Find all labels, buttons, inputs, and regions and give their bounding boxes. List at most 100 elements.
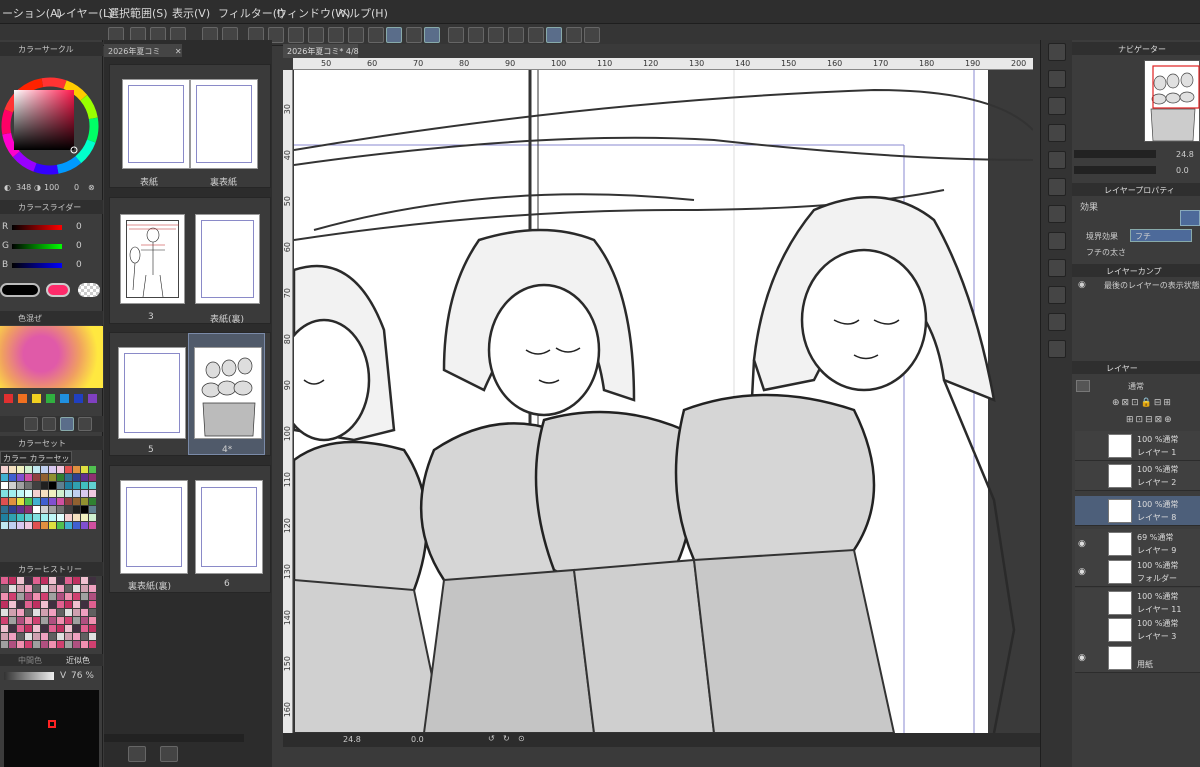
color-set-swatch[interactable] (25, 482, 32, 489)
layer-row[interactable]: 100 %通常 レイヤー 1 (1075, 431, 1200, 461)
color-set-swatch[interactable] (49, 514, 56, 521)
color-set-swatch[interactable] (33, 466, 40, 473)
color-history-swatch[interactable] (49, 601, 56, 608)
sat-value[interactable]: 100 (44, 183, 59, 192)
color-set-swatch[interactable] (9, 506, 16, 513)
layer-row[interactable]: 100 %通常 レイヤー 11 (1075, 588, 1200, 618)
color-set-swatch[interactable] (1, 498, 8, 505)
color-set-swatch[interactable] (89, 482, 96, 489)
color-history-swatch[interactable] (49, 641, 56, 648)
color-set-swatch[interactable] (25, 474, 32, 481)
page-zoom-slider[interactable] (104, 734, 244, 742)
layer-row[interactable]: 100 %通常 レイヤー 3 (1075, 615, 1200, 645)
snap-ruler-icon[interactable] (386, 27, 402, 43)
nav-rotation-slider[interactable] (1074, 166, 1156, 174)
close-doc-icon[interactable] (1048, 70, 1066, 88)
color-set-swatch[interactable] (33, 506, 40, 513)
color-history-swatch[interactable] (17, 577, 24, 584)
color-history-swatch[interactable] (65, 633, 72, 640)
blend-mode-value[interactable]: 通常 (1128, 381, 1144, 392)
color-set-swatch[interactable] (33, 482, 40, 489)
color-history-swatch[interactable] (1, 577, 8, 584)
color-history-swatch[interactable] (73, 609, 80, 616)
color-set-swatch[interactable] (65, 498, 72, 505)
color-history-swatch[interactable] (41, 601, 48, 608)
color-set-swatch[interactable] (25, 490, 32, 497)
v-slider[interactable] (4, 672, 54, 680)
color-history-swatch[interactable] (33, 617, 40, 624)
mix-swatch[interactable] (4, 394, 13, 403)
approx-color-grid[interactable] (4, 690, 99, 767)
color-history-swatch[interactable] (65, 617, 72, 624)
color-set-swatch[interactable] (49, 466, 56, 473)
page-thumb-3[interactable] (120, 214, 185, 304)
color-history-swatch[interactable] (89, 617, 96, 624)
val-value[interactable]: 0 (74, 183, 79, 192)
import-icon[interactable] (1048, 124, 1066, 142)
color-set-swatch[interactable] (57, 506, 64, 513)
color-set-swatch[interactable] (41, 474, 48, 481)
layers-stack-icon[interactable] (584, 27, 600, 43)
color-history-swatch[interactable] (81, 593, 88, 600)
color-set-swatch[interactable] (57, 474, 64, 481)
timeline-icon[interactable] (1048, 340, 1066, 358)
invert-selection-icon[interactable] (348, 27, 364, 43)
nav-zoom-value[interactable]: 24.8 (1176, 150, 1194, 159)
r-value[interactable]: 0 (76, 222, 82, 232)
tab-intermediate-color[interactable]: 中間色 (18, 655, 42, 666)
color-set-swatch[interactable] (73, 514, 80, 521)
color-set-swatch[interactable] (65, 506, 72, 513)
color-history-swatch[interactable] (9, 577, 16, 584)
color-history-swatch[interactable] (49, 593, 56, 600)
color-history-swatch[interactable] (1, 633, 8, 640)
color-set-swatch[interactable] (1, 506, 8, 513)
color-history-swatch[interactable] (65, 609, 72, 616)
color-set-swatch[interactable] (81, 490, 88, 497)
color-history-swatch[interactable] (33, 641, 40, 648)
rotate-left-icon[interactable]: ↺ (488, 734, 495, 743)
color-set-swatch[interactable] (9, 466, 16, 473)
color-history-swatch[interactable] (9, 593, 16, 600)
color-history-swatch[interactable] (89, 625, 96, 632)
page-thumb-4[interactable] (194, 347, 262, 439)
color-set-swatch[interactable] (17, 490, 24, 497)
color-history-swatch[interactable] (33, 577, 40, 584)
layer-row[interactable]: 100 %通常 レイヤー 8 (1075, 496, 1200, 526)
color-history-swatch[interactable] (17, 593, 24, 600)
layer-color-icon[interactable] (1076, 380, 1090, 392)
page-spread-2[interactable]: 3 表紙(裏) (109, 197, 271, 325)
color-history-swatch[interactable] (25, 601, 32, 608)
color-history-swatch[interactable] (73, 633, 80, 640)
color-history-swatch[interactable] (9, 625, 16, 632)
mix-swatch[interactable] (46, 394, 55, 403)
color-set-swatch[interactable] (81, 522, 88, 529)
eye-icon[interactable]: ◉ (1078, 653, 1086, 663)
eye-icon[interactable]: ◉ (1078, 567, 1086, 577)
page-spread-3[interactable]: 5 4* (109, 332, 271, 456)
color-history-swatch[interactable] (1, 601, 8, 608)
story-icon[interactable] (508, 27, 524, 43)
color-set-swatch[interactable] (73, 466, 80, 473)
eye-icon[interactable]: ◉ (1078, 280, 1086, 290)
color-set-swatch[interactable] (73, 490, 80, 497)
color-set-swatch[interactable] (17, 514, 24, 521)
color-set-swatch[interactable] (57, 514, 64, 521)
color-set-swatch[interactable] (41, 514, 48, 521)
zoom-value[interactable]: 24.8 (343, 735, 361, 744)
r-slider[interactable] (12, 225, 62, 230)
color-history-swatch[interactable] (41, 609, 48, 616)
color-set-swatch[interactable] (65, 482, 72, 489)
color-set-swatch[interactable] (1, 482, 8, 489)
layer-tool-icons[interactable]: ⊞⊡⊟⊠⊕ (1126, 415, 1200, 427)
color-history-swatch[interactable] (81, 601, 88, 608)
page-thumb-5[interactable] (118, 347, 186, 439)
color-set-swatch[interactable] (57, 490, 64, 497)
drawing-canvas[interactable] (294, 70, 1033, 733)
color-history-swatch[interactable] (73, 601, 80, 608)
color-set-swatch[interactable] (49, 506, 56, 513)
navigator-preview[interactable] (1144, 60, 1200, 142)
color-history-swatch[interactable] (9, 617, 16, 624)
transform-icon[interactable] (288, 27, 304, 43)
page-tab[interactable]: 2026年夏コミ ✕ (104, 44, 182, 57)
color-history-swatch[interactable] (49, 609, 56, 616)
